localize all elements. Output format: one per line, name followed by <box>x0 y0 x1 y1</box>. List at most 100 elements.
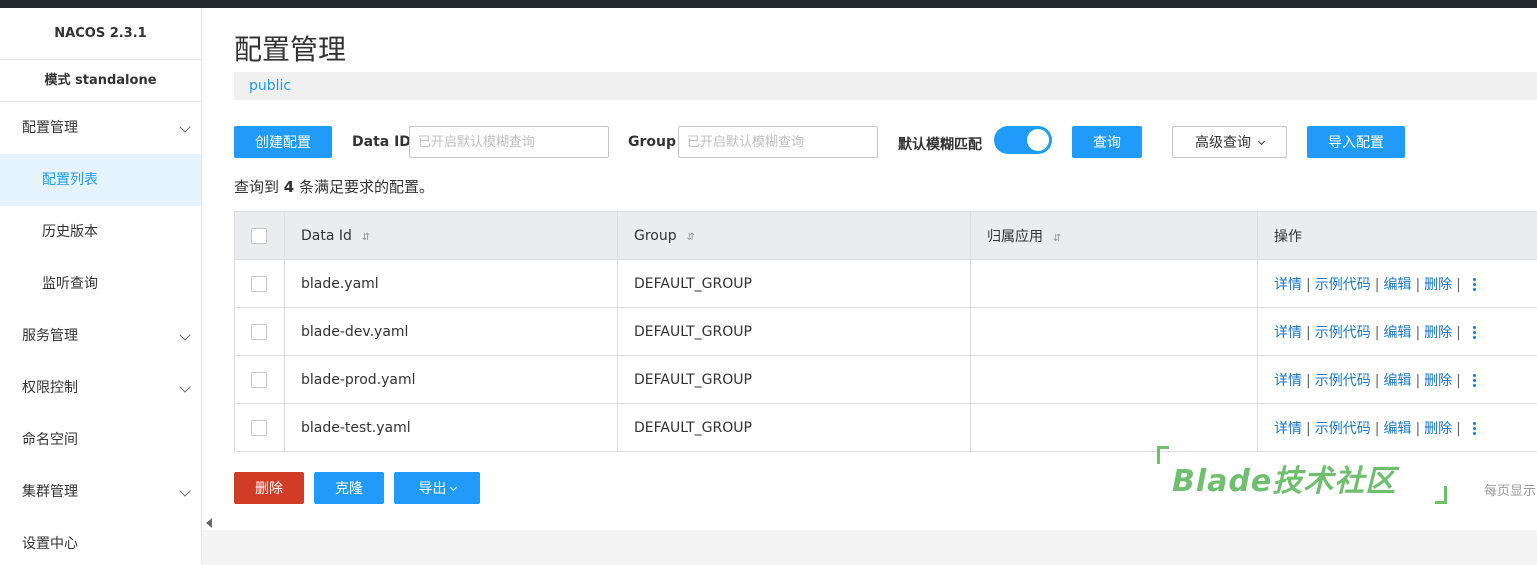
sidebar-item-access-control[interactable]: 权限控制 <box>0 362 201 414</box>
advanced-query-label: 高级查询 <box>1195 135 1251 151</box>
edit-link[interactable]: 编辑 <box>1383 277 1411 293</box>
detail-link[interactable]: 详情 <box>1274 421 1302 437</box>
sidebar-item-label: 历史版本 <box>42 224 98 240</box>
top-bar <box>0 0 1537 8</box>
main-content: 配置管理 public 创建配置 Data ID Group 默认模糊匹配 查询… <box>202 8 1537 565</box>
cell-dataid: blade-prod.yaml <box>284 355 618 404</box>
config-table: Data Id ⇵ Group ⇵ 归属应用 ⇵ 操作 blade.yaml DEFA… <box>234 211 1537 452</box>
header-select-all[interactable] <box>234 211 285 260</box>
sidebar-item-config-list[interactable]: 配置列表 <box>0 154 201 206</box>
detail-link[interactable]: 详情 <box>1274 373 1302 389</box>
sidebar-item-namespace[interactable]: 命名空间 <box>0 414 201 466</box>
edit-link[interactable]: 编辑 <box>1383 373 1411 389</box>
scroll-left-icon[interactable] <box>206 518 212 528</box>
row-select-cell <box>234 307 285 356</box>
sidebar-item-service-management[interactable]: 服务管理 <box>0 310 201 362</box>
namespace-public[interactable]: public <box>249 78 291 94</box>
sidebar: NACOS 2.3.1 模式 standalone 配置管理 配置列表 历史版本… <box>0 8 202 565</box>
watermark-corner <box>1157 446 1169 464</box>
sidebar-item-label: 监听查询 <box>42 276 98 292</box>
cell-app <box>970 259 1258 308</box>
result-summary: 查询到 4 条满足要求的配置。 <box>234 176 434 197</box>
sample-code-link[interactable]: 示例代码 <box>1315 325 1371 341</box>
run-mode: 模式 standalone <box>0 60 201 102</box>
sidebar-item-config-management[interactable]: 配置管理 <box>0 102 201 154</box>
cell-dataid: blade-test.yaml <box>284 403 618 452</box>
delete-link[interactable]: 删除 <box>1424 325 1452 341</box>
select-all-checkbox[interactable] <box>251 227 267 244</box>
header-dataid[interactable]: Data Id ⇵ <box>284 211 618 260</box>
edit-link[interactable]: 编辑 <box>1383 421 1411 437</box>
sample-code-link[interactable]: 示例代码 <box>1315 277 1371 293</box>
more-vertical-icon[interactable] <box>1472 277 1477 292</box>
fuzzy-match-toggle[interactable] <box>994 126 1052 154</box>
header-operations: 操作 <box>1257 211 1537 260</box>
header-app[interactable]: 归属应用 ⇵ <box>970 211 1258 260</box>
delete-link[interactable]: 删除 <box>1424 421 1452 437</box>
sample-code-link[interactable]: 示例代码 <box>1315 421 1371 437</box>
row-checkbox[interactable] <box>251 323 267 340</box>
sidebar-item-label: 设置中心 <box>22 536 78 552</box>
cell-dataid: blade-dev.yaml <box>284 307 618 356</box>
query-button[interactable]: 查询 <box>1072 126 1142 158</box>
namespace-bar: public <box>234 72 1537 100</box>
sidebar-item-history[interactable]: 历史版本 <box>0 206 201 258</box>
export-label: 导出 <box>418 481 447 497</box>
chevron-down-icon <box>179 121 191 133</box>
toggle-knob <box>1027 129 1049 151</box>
summary-suffix: 条满足要求的配置。 <box>299 178 435 196</box>
dataid-input[interactable] <box>409 126 609 158</box>
dataid-label: Data ID <box>352 134 411 150</box>
more-vertical-icon[interactable] <box>1472 325 1477 340</box>
page-title: 配置管理 <box>234 33 347 66</box>
clone-button[interactable]: 克隆 <box>314 472 384 504</box>
detail-link[interactable]: 详情 <box>1274 277 1302 293</box>
delete-link[interactable]: 删除 <box>1424 373 1452 389</box>
group-input[interactable] <box>678 126 878 158</box>
cell-operations: 详情 | 示例代码 | 编辑 | 删除 | <box>1257 307 1537 356</box>
sort-icon[interactable]: ⇵ <box>687 232 695 243</box>
cell-group: DEFAULT_GROUP <box>617 307 971 356</box>
export-button[interactable]: 导出 <box>394 472 480 504</box>
delete-link[interactable]: 删除 <box>1424 277 1452 293</box>
row-checkbox[interactable] <box>251 275 267 292</box>
sidebar-item-listener-query[interactable]: 监听查询 <box>0 258 201 310</box>
chevron-down-icon <box>179 485 191 497</box>
edit-link[interactable]: 编辑 <box>1383 325 1411 341</box>
table-header-row: Data Id ⇵ Group ⇵ 归属应用 ⇵ 操作 <box>234 211 1537 260</box>
sidebar-item-cluster-management[interactable]: 集群管理 <box>0 466 201 518</box>
row-checkbox[interactable] <box>251 419 267 436</box>
group-label: Group <box>628 134 677 150</box>
sidebar-item-label: 服务管理 <box>22 328 78 344</box>
row-checkbox[interactable] <box>251 371 267 388</box>
row-select-cell <box>234 259 285 308</box>
more-vertical-icon[interactable] <box>1472 373 1477 388</box>
row-select-cell <box>234 355 285 404</box>
table-row: blade.yaml DEFAULT_GROUP 详情 | 示例代码 | 编辑 | 删除 | <box>234 259 1537 308</box>
batch-delete-button[interactable]: 删除 <box>234 472 304 504</box>
cell-app <box>970 403 1258 452</box>
chevron-down-icon <box>179 381 191 393</box>
cell-group: DEFAULT_GROUP <box>617 403 971 452</box>
table-row: blade-test.yaml DEFAULT_GROUP 详情 | 示例代码 | 编辑… <box>234 403 1537 452</box>
more-vertical-icon[interactable] <box>1472 421 1477 436</box>
sidebar-item-label: 命名空间 <box>22 432 78 448</box>
header-group[interactable]: Group ⇵ <box>617 211 971 260</box>
sidebar-item-settings[interactable]: 设置中心 <box>0 518 201 565</box>
cell-group: DEFAULT_GROUP <box>617 355 971 404</box>
import-config-button[interactable]: 导入配置 <box>1307 126 1405 158</box>
horizontal-scrollbar[interactable] <box>202 530 1537 565</box>
watermark-text: Blade技术社区 <box>1172 464 1397 499</box>
sample-code-link[interactable]: 示例代码 <box>1315 373 1371 389</box>
cell-operations: 详情 | 示例代码 | 编辑 | 删除 | <box>1257 403 1537 452</box>
sort-icon[interactable]: ⇵ <box>362 232 370 243</box>
chevron-down-icon <box>179 329 191 341</box>
sidebar-item-label: 配置管理 <box>22 120 78 136</box>
summary-prefix: 查询到 <box>234 178 280 196</box>
advanced-query-button[interactable]: 高级查询 <box>1172 126 1287 158</box>
sort-icon[interactable]: ⇵ <box>1053 233 1061 244</box>
table-row: blade-prod.yaml DEFAULT_GROUP 详情 | 示例代码 | 编辑… <box>234 355 1537 404</box>
create-config-button[interactable]: 创建配置 <box>234 126 332 158</box>
cell-group: DEFAULT_GROUP <box>617 259 971 308</box>
detail-link[interactable]: 详情 <box>1274 325 1302 341</box>
